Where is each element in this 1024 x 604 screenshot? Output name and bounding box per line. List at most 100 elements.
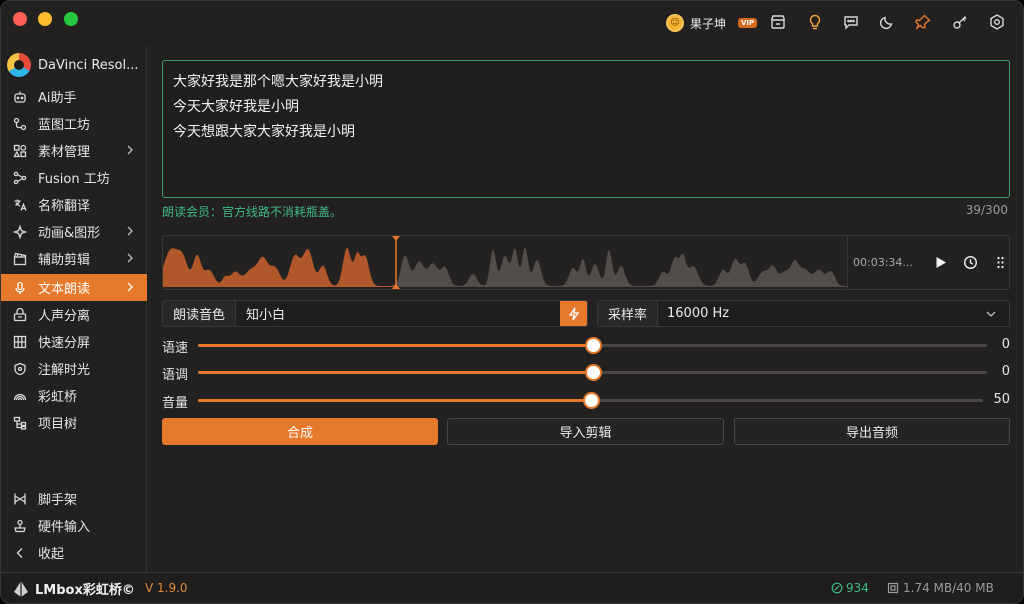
lightning-icon[interactable] [560, 301, 587, 326]
chevron-right-icon [127, 145, 133, 155]
more-dots-icon[interactable] [990, 253, 1009, 273]
sidebar-item-text-to-speech[interactable]: 文本朗读 [1, 274, 147, 301]
pitch-label: 语调 [162, 368, 189, 383]
pitch-slider-row: 语调 0 [162, 362, 1010, 383]
character-counter: 39/300 [965, 203, 1008, 217]
sidebar-item-blueprint[interactable]: 蓝图工坊 [1, 110, 147, 137]
settings-icon[interactable] [987, 12, 1007, 32]
import-edit-button[interactable]: 导入剪辑 [447, 418, 724, 445]
sidebar-item-animation[interactable]: 动画&图形 [1, 218, 147, 245]
user-profile[interactable]: ☺ 果子坤 VIP [666, 13, 758, 33]
split-icon [13, 307, 27, 322]
grid-icon [13, 335, 27, 349]
slider-fill [198, 399, 591, 402]
sidebar-item-label: 素材管理 [38, 145, 91, 160]
clapper-icon [13, 252, 27, 266]
slider-fill [198, 344, 593, 347]
fusion-icon [13, 171, 27, 185]
sidebar-item-fusion[interactable]: Fusion 工坊 [1, 164, 147, 191]
username: 果子坤 [690, 16, 727, 31]
sidebar-item-label: 注解时光 [38, 363, 91, 378]
lightbulb-icon[interactable] [805, 12, 825, 32]
sidebar-item-label: 动画&图形 [38, 226, 101, 241]
volume-slider[interactable] [198, 392, 983, 409]
joystick-icon [13, 519, 27, 533]
waveform-area [163, 247, 396, 287]
playback-time: 00:03:34... [853, 256, 913, 269]
davinci-resolve-logo-icon [7, 53, 31, 77]
sidebar-item-label: 快速分屏 [38, 336, 91, 351]
brand-name: LMbox彩虹桥© [35, 583, 135, 598]
sparkle-icon [13, 224, 27, 239]
sidebar-item-annotation[interactable]: 注解时光 [1, 355, 147, 382]
version: V 1.9.0 [145, 581, 188, 595]
text-line: 今天大家好我是小明 [173, 99, 299, 115]
speed-label: 语速 [162, 341, 189, 356]
minimize-window-button[interactable] [38, 12, 52, 26]
speed-slider-row: 语速 0 [162, 335, 1010, 356]
sidebar-item-scaffold[interactable]: 脚手架 [1, 485, 147, 512]
bottle-cap-count: 934 [831, 581, 869, 595]
slider-fill [198, 371, 593, 374]
chevron-right-icon [127, 282, 133, 292]
voice-select[interactable]: 知小白 [236, 301, 560, 326]
count-value: 934 [846, 581, 869, 595]
zoom-window-button[interactable] [64, 12, 78, 26]
rainbow-icon [13, 389, 27, 403]
brand: LMbox彩虹桥© [12, 579, 135, 598]
robot-icon [13, 90, 27, 104]
sidebar-item-hardware-input[interactable]: 硬件输入 [1, 512, 147, 539]
speed-slider[interactable] [198, 337, 987, 354]
sample-rate-select[interactable]: 16000 Hz [658, 301, 1009, 326]
export-audio-button[interactable]: 导出音频 [734, 418, 1010, 445]
sidebar-item-rainbow-bridge[interactable]: 彩虹桥 [1, 382, 147, 409]
app-name: DaVinci Resol... [38, 57, 139, 73]
sidebar-item-split-screen[interactable]: 快速分屏 [1, 328, 147, 355]
chevron-down-icon [986, 311, 996, 317]
app-selector[interactable]: DaVinci Resol... [7, 53, 139, 77]
sidebar-item-translate[interactable]: 名称翻译 [1, 191, 147, 218]
blueprint-icon [13, 117, 27, 131]
volume-label: 音量 [162, 396, 189, 411]
tree-icon [13, 416, 27, 430]
pitch-slider[interactable] [198, 364, 987, 381]
shield-icon [13, 362, 27, 376]
title-bar: ☺ 果子坤 VIP [1, 1, 1023, 45]
waveform[interactable] [163, 236, 847, 289]
key-icon[interactable] [950, 12, 970, 32]
voice-selector: 朗读音色 知小白 [162, 300, 588, 327]
pin-icon[interactable] [913, 12, 933, 32]
synthesize-button[interactable]: 合成 [162, 418, 438, 445]
slider-handle[interactable] [584, 337, 602, 354]
microphone-icon [13, 281, 27, 295]
sidebar-item-ai-assistant[interactable]: Ai助手 [1, 83, 147, 110]
sidebar-item-assist-edit[interactable]: 辅助剪辑 [1, 245, 147, 272]
slider-handle[interactable] [582, 392, 600, 409]
sidebar-item-label: 人声分离 [38, 309, 91, 324]
sample-rate-value: 16000 Hz [667, 306, 730, 321]
sidebar-item-vocal-separation[interactable]: 人声分离 [1, 301, 147, 328]
clock-icon[interactable] [960, 253, 980, 273]
player-controls: 00:03:34... [847, 236, 1009, 289]
pitch-value: 0 [1001, 364, 1010, 379]
slider-handle[interactable] [584, 364, 602, 381]
waveform-player[interactable]: 00:03:34... [162, 235, 1010, 290]
message-icon[interactable] [841, 12, 861, 32]
play-icon[interactable] [930, 253, 950, 273]
close-window-button[interactable] [13, 12, 27, 26]
sidebar: DaVinci Resol... Ai助手 蓝图工坊 素材管理 Fusion 工… [1, 45, 147, 572]
voice-label: 朗读音色 [163, 301, 236, 326]
sample-rate-selector: 采样率 16000 Hz [597, 300, 1010, 327]
store-icon[interactable] [768, 12, 788, 32]
sidebar-item-assets[interactable]: 素材管理 [1, 137, 147, 164]
tts-text-input[interactable]: 大家好我是那个嗯大家好我是小明 今天大家好我是小明 今天想跟大家大家好我是小明 [162, 60, 1010, 198]
sidebar-collapse-button[interactable]: 收起 [1, 539, 147, 566]
speed-value: 0 [1001, 337, 1010, 352]
waveform-area [396, 247, 847, 287]
volume-slider-row: 音量 50 [162, 390, 1010, 411]
moon-icon[interactable] [877, 12, 897, 32]
sidebar-item-label: Ai助手 [38, 91, 77, 106]
sidebar-item-project-tree[interactable]: 项目树 [1, 409, 147, 436]
sidebar-item-label: 脚手架 [38, 493, 78, 508]
member-note: 朗读会员：官方线路不消耗瓶盖。 [162, 205, 343, 219]
